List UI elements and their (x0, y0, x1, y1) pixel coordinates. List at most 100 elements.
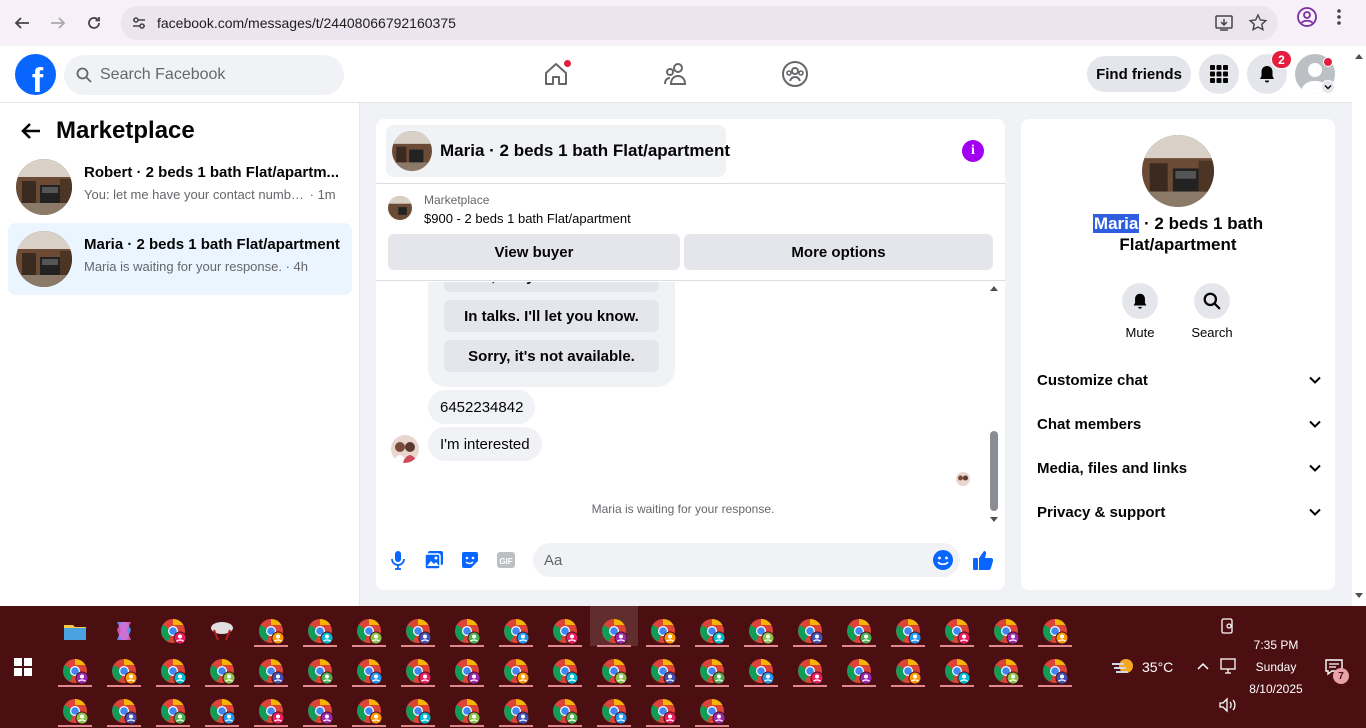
taskbar-app-icon[interactable] (650, 618, 677, 645)
taskbar-app-icon[interactable] (111, 618, 137, 644)
taskbar-app-icon[interactable] (454, 698, 481, 725)
back-icon[interactable] (4, 5, 40, 41)
show-hidden-icons-chevron[interactable] (1197, 662, 1209, 670)
taskbar-app-icon[interactable] (307, 698, 334, 725)
taskbar-app-icon[interactable] (944, 618, 971, 645)
install-app-icon[interactable] (1214, 13, 1234, 33)
taskbar-app-icon[interactable] (356, 658, 383, 685)
volume-icon[interactable] (1218, 697, 1238, 713)
customize-chat-section[interactable]: Customize chat (1037, 365, 1321, 395)
windows-start-icon[interactable] (14, 658, 32, 676)
weather-icon[interactable] (1110, 656, 1136, 678)
network-icon[interactable] (1219, 658, 1237, 674)
info-icon[interactable]: i (962, 140, 984, 162)
groups-icon[interactable] (781, 60, 809, 88)
clock-day[interactable]: Sunday (1245, 660, 1307, 674)
taskbar-app-icon[interactable] (650, 698, 677, 725)
taskbar-app-icon[interactable] (160, 618, 187, 645)
chat-header[interactable]: Maria · 2 beds 1 bath Flat/apartment (386, 125, 730, 177)
taskbar-app-icon[interactable] (552, 698, 579, 725)
taskbar-app-icon[interactable] (944, 658, 971, 685)
account-chevron-icon[interactable] (1321, 80, 1335, 94)
taskbar-app-icon[interactable] (160, 658, 187, 685)
taskbar-app-icon[interactable] (895, 618, 922, 645)
browser-menu-icon[interactable] (1330, 6, 1348, 28)
taskbar-app-icon[interactable] (846, 618, 873, 645)
taskbar-app-icon[interactable] (62, 658, 89, 685)
taskbar-app-icon[interactable] (1042, 618, 1069, 645)
search-in-conversation-button[interactable]: Search (1172, 283, 1252, 340)
back-arrow-icon[interactable] (20, 121, 42, 141)
taskbar-app-icon[interactable] (454, 618, 481, 645)
conversation-item-robert[interactable]: Robert · 2 beds 1 bath Flat/apartm... Yo… (8, 151, 352, 223)
taskbar-app-icon[interactable] (748, 658, 775, 685)
page-scroll-up-icon[interactable] (1354, 52, 1364, 60)
sticker-icon[interactable] (459, 549, 481, 571)
taskbar-app-icon[interactable] (405, 658, 432, 685)
address-bar[interactable]: facebook.com/messages/t/2440806679216037… (121, 6, 1278, 40)
taskbar-app-icon[interactable] (797, 618, 824, 645)
taskbar-app-icon[interactable] (258, 658, 285, 685)
gif-icon[interactable]: GIF (495, 549, 517, 571)
taskbar-app-icon[interactable] (650, 658, 677, 685)
taskbar-app-icon[interactable] (503, 618, 530, 645)
thumbs-up-icon[interactable] (972, 549, 994, 571)
taskbar-app-icon[interactable] (699, 618, 726, 645)
taskbar-app-icon[interactable] (895, 658, 922, 685)
taskbar-app-icon[interactable] (797, 658, 824, 685)
more-options-button[interactable]: More options (684, 234, 993, 270)
taskbar-app-icon[interactable] (993, 658, 1020, 685)
microphone-icon[interactable] (387, 549, 409, 571)
scroll-down-icon[interactable] (989, 516, 999, 524)
profile-icon[interactable] (1296, 6, 1318, 28)
taskbar-app-icon[interactable] (699, 698, 726, 725)
taskbar-app-icon[interactable] (601, 658, 628, 685)
taskbar-app-icon[interactable] (601, 618, 628, 645)
taskbar-app-icon[interactable] (111, 658, 138, 685)
taskbar-app-icon[interactable] (307, 618, 334, 645)
taskbar-app-icon[interactable] (405, 618, 432, 645)
menu-grid-button[interactable] (1199, 54, 1239, 94)
taskbar-app-icon[interactable] (503, 698, 530, 725)
photo-icon[interactable] (423, 549, 445, 571)
facebook-search-input[interactable]: Search Facebook (64, 55, 344, 95)
taskbar-app-icon[interactable] (846, 658, 873, 685)
privacy-support-section[interactable]: Privacy & support (1037, 497, 1321, 527)
taskbar-app-icon[interactable] (356, 618, 383, 645)
scrollbar-thumb[interactable] (990, 431, 998, 511)
emoji-icon[interactable] (932, 549, 954, 571)
taskbar-app-icon[interactable] (454, 658, 481, 685)
taskbar-app-icon[interactable] (356, 698, 383, 725)
message-input[interactable]: Aa (533, 543, 960, 577)
taskbar-app-icon[interactable] (1042, 658, 1069, 685)
taskbar-app-icon[interactable] (699, 658, 726, 685)
taskbar-app-icon[interactable] (209, 618, 235, 644)
scroll-up-icon[interactable] (989, 284, 999, 292)
view-buyer-button[interactable]: View buyer (388, 234, 680, 270)
forward-icon[interactable] (40, 5, 76, 41)
taskbar-app-icon[interactable] (62, 618, 88, 644)
taskbar-app-icon[interactable] (160, 698, 187, 725)
quick-reply-button[interactable]: In talks. I'll let you know. (444, 300, 659, 332)
taskbar-app-icon[interactable] (405, 698, 432, 725)
clock-date[interactable]: 8/10/2025 (1245, 682, 1307, 696)
facebook-logo-icon[interactable]: f (15, 54, 56, 95)
taskbar-app-icon[interactable] (601, 698, 628, 725)
chat-members-section[interactable]: Chat members (1037, 409, 1321, 439)
media-files-links-section[interactable]: Media, files and links (1037, 453, 1321, 483)
page-scrollbar[interactable] (1352, 46, 1366, 606)
bookmark-star-icon[interactable] (1248, 13, 1268, 33)
taskbar-app-icon[interactable] (307, 658, 334, 685)
taskbar-app-icon[interactable] (209, 698, 236, 725)
taskbar-app-icon[interactable] (552, 658, 579, 685)
taskbar-app-icon[interactable] (258, 698, 285, 725)
friends-icon[interactable] (662, 60, 690, 88)
tablet-mode-icon[interactable] (1220, 618, 1234, 636)
quick-reply-button[interactable]: Sorry, it's not available. (444, 340, 659, 372)
taskbar-app-icon[interactable] (111, 698, 138, 725)
site-settings-icon[interactable] (131, 15, 147, 31)
taskbar-app-icon[interactable] (748, 618, 775, 645)
mute-button[interactable]: Mute (1100, 283, 1180, 340)
taskbar-app-icon[interactable] (552, 618, 579, 645)
find-friends-button[interactable]: Find friends (1087, 56, 1191, 92)
